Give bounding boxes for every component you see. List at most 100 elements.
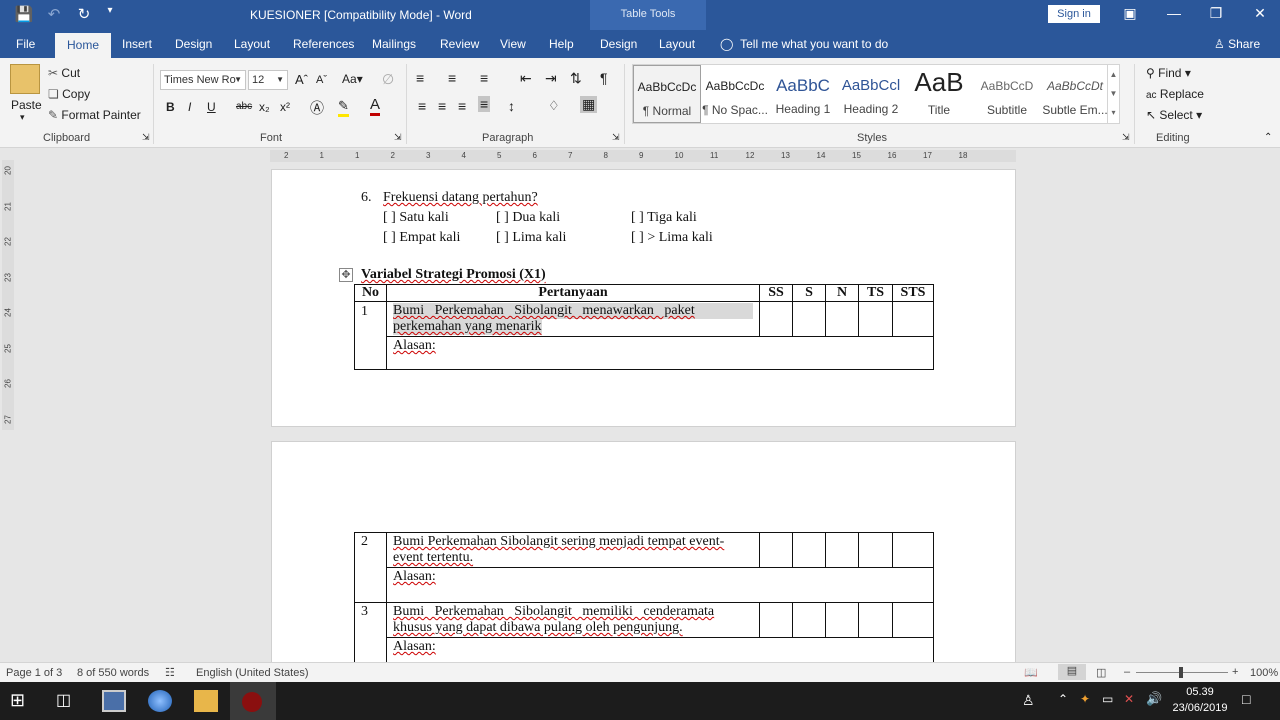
row-1-s-cell[interactable] (792, 301, 826, 337)
tab-file[interactable]: File (16, 37, 35, 51)
network-icon[interactable]: ✕ (1124, 692, 1134, 706)
read-mode-icon[interactable]: 📖 (1024, 666, 1038, 679)
print-layout-icon[interactable]: ▤ (1058, 664, 1086, 680)
zoom-out-icon[interactable]: – (1124, 666, 1130, 678)
row-2-s-cell[interactable] (792, 532, 826, 568)
volume-icon[interactable]: 🔊 (1146, 691, 1162, 707)
font-color-icon[interactable]: A (370, 96, 381, 116)
font-name-select[interactable]: Times New Ro ▼ (160, 70, 246, 90)
align-right-icon[interactable]: ≡ (458, 98, 466, 114)
style-subtitle[interactable]: AaBbCcD Subtitle (973, 65, 1041, 123)
people-icon[interactable]: ♙ (1022, 692, 1035, 709)
select-button[interactable]: ↖ Select ▾ (1146, 108, 1202, 122)
row-3-s-cell[interactable] (792, 602, 826, 638)
document-area[interactable]: 2 1 1 2 3 4 5 6 7 8 9 10 11 12 13 14 15 16 17 18 20 21 22 23 24… (0, 148, 1280, 662)
sort-icon[interactable]: ⇅ (570, 70, 582, 87)
page-1[interactable]: 6. Frekuensi datang pertahun? [ ] Satu k… (271, 169, 1016, 427)
style-title[interactable]: AaB Title (905, 65, 973, 123)
styles-scroll[interactable]: ▲ ▼ ▾ (1107, 65, 1119, 123)
clear-formatting-icon[interactable]: ∅ (382, 71, 394, 88)
style-no-spacing[interactable]: AaBbCcDc ¶ No Spac... (701, 65, 769, 123)
find-button[interactable]: ⚲ Find ▾ (1146, 66, 1191, 80)
style-heading-2[interactable]: AaBbCcl Heading 2 (837, 65, 905, 123)
row-1-sts-cell[interactable] (892, 301, 934, 337)
text-effects-icon[interactable]: Ⓐ (310, 98, 324, 118)
borders-icon[interactable]: ▦ (580, 96, 598, 113)
copy-button[interactable]: ❏ Copy (48, 87, 90, 101)
style-normal[interactable]: AaBbCcDc ¶ Normal (633, 65, 701, 123)
row-2-alasan[interactable]: Alasan: (386, 567, 934, 603)
increase-indent-icon[interactable]: ⇥ (545, 70, 557, 87)
font-launcher-icon[interactable]: ⇲ (394, 132, 402, 143)
tab-table-design[interactable]: Design (600, 37, 637, 51)
tab-table-layout[interactable]: Layout (659, 37, 695, 51)
style-heading-1[interactable]: AaBbC Heading 1 (769, 65, 837, 123)
styles-launcher-icon[interactable]: ⇲ (1122, 132, 1130, 143)
word-count[interactable]: 8 of 550 words (77, 667, 149, 679)
bold-button[interactable]: B (166, 100, 175, 114)
align-left-icon[interactable]: ≡ (418, 98, 426, 114)
numbering-icon[interactable]: ≡ (448, 70, 456, 86)
tab-view[interactable]: View (500, 37, 526, 51)
app-window-icon[interactable] (102, 690, 126, 712)
row-2-question[interactable]: Bumi Perkemahan Sibolangit sering menjad… (386, 532, 760, 568)
page-2[interactable]: 2 Bumi Perkemahan Sibolangit sering menj… (271, 441, 1016, 662)
line-spacing-icon[interactable]: ↕ (508, 98, 515, 114)
horizontal-ruler[interactable]: 2 1 1 2 3 4 5 6 7 8 9 10 11 12 13 14 15 16 17 18 (270, 150, 1016, 162)
row-3-sts-cell[interactable] (892, 602, 934, 638)
cut-button[interactable]: ✂ Cut (48, 66, 80, 80)
redo-icon[interactable]: ↻ (74, 5, 94, 23)
tab-design[interactable]: Design (175, 37, 212, 51)
clipboard-launcher-icon[interactable]: ⇲ (142, 132, 150, 143)
align-center-icon[interactable]: ≡ (438, 98, 446, 114)
tab-references[interactable]: References (293, 37, 354, 51)
underline-button[interactable]: U (207, 100, 216, 114)
shading-icon[interactable]: ♢ (548, 98, 560, 114)
highlight-icon[interactable]: ✎ (338, 98, 349, 117)
row-3-ss-cell[interactable] (759, 602, 793, 638)
save-icon[interactable]: 💾 (14, 5, 34, 23)
row-1-n-cell[interactable] (825, 301, 859, 337)
windows-start-icon[interactable]: ⊞ (10, 690, 34, 712)
replace-button[interactable]: ac Replace (1146, 87, 1204, 101)
tab-help[interactable]: Help (549, 37, 574, 51)
paste-button[interactable]: Paste (11, 98, 42, 112)
row-2-sts-cell[interactable] (892, 532, 934, 568)
superscript-button[interactable]: x² (280, 100, 290, 114)
collapse-ribbon-icon[interactable]: ⌃ (1264, 132, 1272, 143)
row-3-question[interactable]: Bumi Perkemahan Sibolangit memiliki cend… (386, 602, 760, 638)
tab-home[interactable]: Home (55, 33, 112, 58)
minimize-button[interactable]: — (1164, 5, 1184, 21)
zoom-in-icon[interactable]: + (1232, 666, 1238, 678)
undo-icon[interactable]: ↶ (44, 5, 64, 23)
row-2-ts-cell[interactable] (858, 532, 893, 568)
tab-insert[interactable]: Insert (122, 37, 152, 51)
row-1-ts-cell[interactable] (858, 301, 893, 337)
paragraph-launcher-icon[interactable]: ⇲ (612, 132, 620, 143)
italic-button[interactable]: I (188, 100, 191, 114)
row-2-ss-cell[interactable] (759, 532, 793, 568)
grow-font-icon[interactable]: Aˆ (295, 72, 308, 87)
row-1-question[interactable]: Bumi Perkemahan Sibolangit menawarkan pa… (386, 301, 760, 337)
table-move-handle-icon[interactable]: ✥ (339, 268, 353, 282)
tab-layout[interactable]: Layout (234, 37, 270, 51)
chevron-up-icon[interactable]: ⌃ (1058, 692, 1068, 706)
row-2-n-cell[interactable] (825, 532, 859, 568)
clock-date[interactable]: 23/06/2019 (1168, 702, 1232, 714)
ribbon-display-options-icon[interactable]: ▣ (1120, 5, 1140, 22)
vertical-ruler[interactable]: 20 21 22 23 24 25 26 27 (2, 160, 14, 430)
subscript-button[interactable]: x₂ (259, 100, 270, 114)
customize-quick-access-icon[interactable]: ▾ (100, 5, 120, 16)
shrink-font-icon[interactable]: Aˇ (316, 74, 327, 86)
zoom-level[interactable]: 100% (1250, 667, 1278, 679)
battery-icon[interactable]: ▭ (1102, 692, 1113, 706)
row-1-ss-cell[interactable] (759, 301, 793, 337)
browser-globe-icon[interactable] (148, 690, 172, 712)
sign-in-button[interactable]: Sign in (1048, 5, 1100, 23)
row-3-n-cell[interactable] (825, 602, 859, 638)
tab-mailings[interactable]: Mailings (372, 37, 416, 51)
decrease-indent-icon[interactable]: ⇤ (520, 70, 532, 87)
row-3-alasan[interactable]: Alasan: (386, 637, 934, 662)
style-subtle-emphasis[interactable]: AaBbCcDt Subtle Em... (1041, 65, 1109, 123)
justify-icon[interactable]: ≡ (478, 96, 491, 112)
